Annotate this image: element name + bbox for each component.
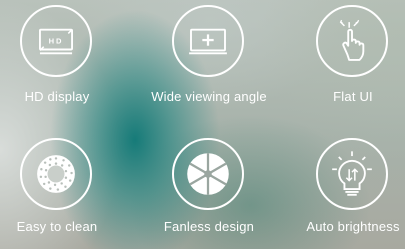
hd-badge: HD bbox=[49, 36, 64, 45]
bulb-icon bbox=[316, 138, 388, 210]
feature-label: Auto brightness bbox=[306, 219, 400, 234]
feature-wide-viewing-angle: Wide viewing angle bbox=[151, 5, 267, 121]
feature-label: Flat UI bbox=[333, 89, 373, 104]
feature-label: Easy to clean bbox=[16, 219, 98, 234]
monitor-plus-icon bbox=[172, 5, 244, 77]
hd-monitor-icon: HD bbox=[20, 5, 92, 77]
feature-fanless-design: Fanless design bbox=[164, 138, 256, 249]
feature-label: HD display bbox=[24, 89, 90, 104]
feature-hd-display: HD HD display bbox=[12, 5, 104, 121]
feature-flat-ui: Flat UI bbox=[308, 5, 400, 121]
feature-easy-to-clean: Easy to clean bbox=[12, 138, 104, 249]
vent-grille-icon bbox=[20, 138, 92, 210]
fan-blades-icon bbox=[172, 138, 244, 210]
touch-hand-icon bbox=[316, 5, 388, 77]
feature-auto-brightness: Auto brightness bbox=[306, 138, 400, 249]
